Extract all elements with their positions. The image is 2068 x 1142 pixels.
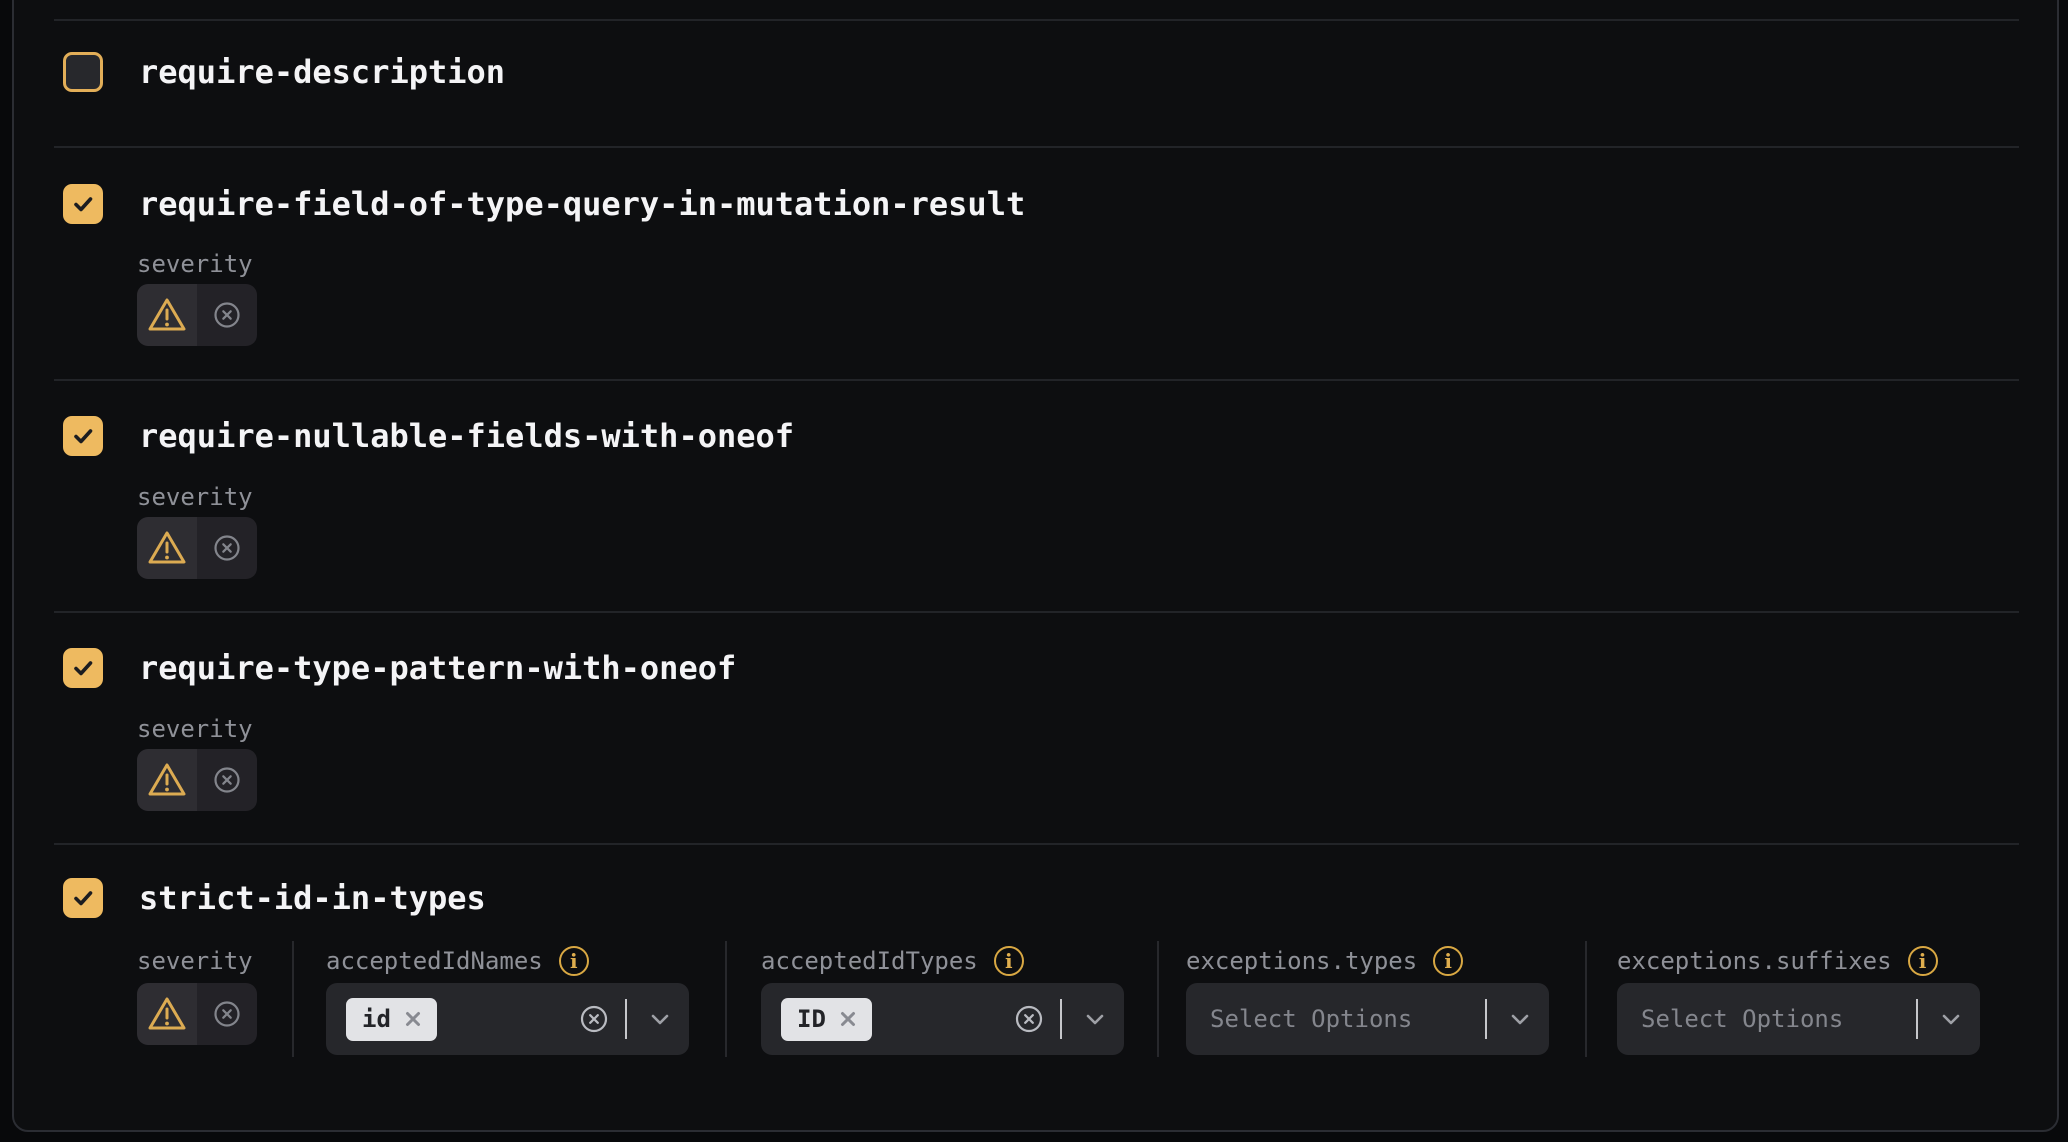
column-divider xyxy=(292,941,294,1057)
severity-toggle xyxy=(137,284,257,346)
chip-label: id xyxy=(362,1007,391,1031)
select-separator xyxy=(625,999,627,1039)
warning-icon xyxy=(146,995,188,1033)
severity-warn-button[interactable] xyxy=(137,517,197,579)
warning-icon xyxy=(146,529,188,567)
column-divider xyxy=(725,941,727,1057)
chip-remove-icon[interactable] xyxy=(403,1009,423,1029)
field-label-text: severity xyxy=(137,947,253,975)
chevron-down-icon xyxy=(1942,1014,1960,1025)
rule-row-header: strict-id-in-types xyxy=(63,878,486,918)
circle-x-icon xyxy=(212,533,242,563)
field-label-text: exceptions.types xyxy=(1186,947,1417,975)
column-divider xyxy=(1157,941,1159,1057)
severity-off-button[interactable] xyxy=(197,749,257,811)
row-divider xyxy=(54,19,2019,21)
rule-name: require-type-pattern-with-oneof xyxy=(139,649,736,687)
rule-checkbox[interactable] xyxy=(63,52,103,92)
warning-icon xyxy=(146,296,188,334)
circle-x-icon xyxy=(212,765,242,795)
severity-warn-button[interactable] xyxy=(137,983,197,1045)
column-divider xyxy=(1585,941,1587,1057)
severity-off-button[interactable] xyxy=(197,517,257,579)
multiselect-acceptedIdTypes[interactable]: ID xyxy=(761,983,1124,1055)
chevron-down-icon xyxy=(651,1014,669,1025)
multiselect-acceptedIdNames[interactable]: id xyxy=(326,983,689,1055)
multiselect-exceptions-types[interactable]: Select Options xyxy=(1186,983,1549,1055)
rule-checkbox[interactable] xyxy=(63,648,103,688)
checkmark-icon xyxy=(70,423,96,449)
severity-off-button[interactable] xyxy=(197,284,257,346)
circle-x-icon xyxy=(212,999,242,1029)
select-controls xyxy=(1014,999,1104,1039)
field-label-text: severity xyxy=(137,715,253,743)
severity-toggle xyxy=(137,983,257,1045)
select-separator xyxy=(1060,999,1062,1039)
select-controls xyxy=(579,999,669,1039)
selected-option-chip: ID xyxy=(781,998,872,1041)
row-divider xyxy=(54,611,2019,613)
rule-name: strict-id-in-types xyxy=(139,879,486,917)
checkmark-icon xyxy=(70,655,96,681)
severity-toggle xyxy=(137,749,257,811)
select-controls xyxy=(1900,999,1960,1039)
warning-icon xyxy=(146,761,188,799)
clear-selection-icon[interactable] xyxy=(579,1004,609,1034)
checkmark-icon xyxy=(70,191,96,217)
rule-row-header: require-type-pattern-with-oneof xyxy=(63,648,736,688)
severity-off-button[interactable] xyxy=(197,983,257,1045)
field-label-severity: severity xyxy=(137,248,253,280)
field-label-text: acceptedIdTypes xyxy=(761,947,978,975)
select-separator xyxy=(1916,999,1918,1039)
row-divider xyxy=(54,146,2019,148)
field-label-severity: severity xyxy=(137,945,253,977)
rule-checkbox[interactable] xyxy=(63,184,103,224)
select-separator xyxy=(1485,999,1487,1039)
severity-warn-button[interactable] xyxy=(137,284,197,346)
rule-row-header: require-description xyxy=(63,52,505,92)
chevron-down-icon xyxy=(1086,1014,1104,1025)
field-label-severity: severity xyxy=(137,713,253,745)
row-divider xyxy=(54,843,2019,845)
chevron-down-icon xyxy=(1511,1014,1529,1025)
info-icon[interactable]: i xyxy=(559,946,589,976)
info-icon[interactable]: i xyxy=(994,946,1024,976)
field-label-acceptedIdNames: acceptedIdNames i xyxy=(326,945,589,977)
field-label-exceptions-suffixes: exceptions.suffixes i xyxy=(1617,945,1938,977)
chip-label: ID xyxy=(797,1007,826,1031)
rule-name: require-field-of-type-query-in-mutation-… xyxy=(139,185,1025,223)
field-label-acceptedIdTypes: acceptedIdTypes i xyxy=(761,945,1024,977)
rule-row-header: require-field-of-type-query-in-mutation-… xyxy=(63,184,1025,224)
selected-option-chip: id xyxy=(346,998,437,1041)
rule-name: require-nullable-fields-with-oneof xyxy=(139,417,794,455)
row-divider xyxy=(54,379,2019,381)
checkmark-icon xyxy=(70,885,96,911)
rule-row-header: require-nullable-fields-with-oneof xyxy=(63,416,794,456)
rule-checkbox[interactable] xyxy=(63,416,103,456)
multiselect-exceptions-suffixes[interactable]: Select Options xyxy=(1617,983,1980,1055)
rule-checkbox[interactable] xyxy=(63,878,103,918)
select-controls xyxy=(1469,999,1529,1039)
select-placeholder: Select Options xyxy=(1641,1005,1843,1033)
info-icon[interactable]: i xyxy=(1433,946,1463,976)
info-icon[interactable]: i xyxy=(1908,946,1938,976)
field-label-exceptions-types: exceptions.types i xyxy=(1186,945,1463,977)
field-label-text: acceptedIdNames xyxy=(326,947,543,975)
field-label-text: exceptions.suffixes xyxy=(1617,947,1892,975)
field-label-severity: severity xyxy=(137,481,253,513)
rule-name: require-description xyxy=(139,53,505,91)
field-label-text: severity xyxy=(137,483,253,511)
circle-x-icon xyxy=(212,300,242,330)
chip-remove-icon[interactable] xyxy=(838,1009,858,1029)
select-placeholder: Select Options xyxy=(1210,1005,1412,1033)
severity-toggle xyxy=(137,517,257,579)
severity-warn-button[interactable] xyxy=(137,749,197,811)
clear-selection-icon[interactable] xyxy=(1014,1004,1044,1034)
field-label-text: severity xyxy=(137,250,253,278)
